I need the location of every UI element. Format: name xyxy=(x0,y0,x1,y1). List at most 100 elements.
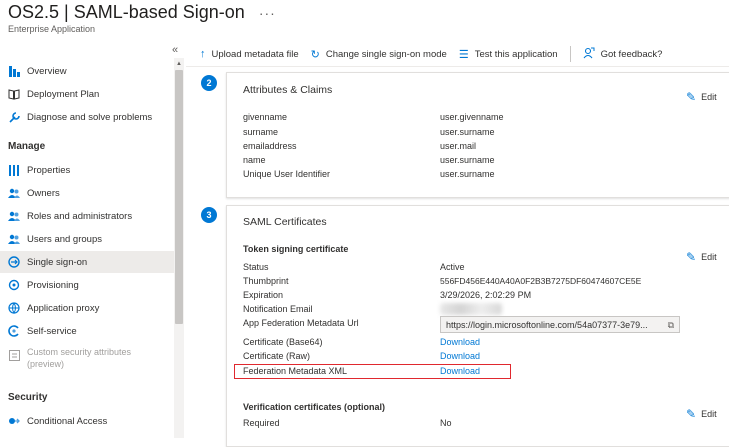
people-icon xyxy=(8,233,20,245)
edit-label: Edit xyxy=(701,252,717,262)
attributes-edit-button[interactable]: ✎ Edit xyxy=(686,90,717,104)
claim-value: user.surname xyxy=(440,127,495,137)
sidebar-item-label: Custom security attributes (preview) xyxy=(27,347,132,369)
sidebar-item-users-groups[interactable]: Users and groups xyxy=(0,228,174,250)
sidebar-item-roles[interactable]: Roles and administrators xyxy=(0,205,174,227)
cert-base64-download-link[interactable]: Download xyxy=(440,337,480,347)
sidebar-item-properties[interactable]: Properties xyxy=(0,159,174,181)
claim-value: user.givenname xyxy=(440,112,504,122)
page-title: OS2.5 | SAML-based Sign-on ··· xyxy=(8,2,276,23)
change-mode-label: Change single sign-on mode xyxy=(325,48,447,60)
pencil-icon: ✎ xyxy=(686,90,697,104)
command-toolbar: ↑ Upload metadata file ↻ Change single s… xyxy=(200,42,674,66)
sidebar-item-label: Single sign-on xyxy=(27,256,88,268)
sso-icon xyxy=(8,256,20,268)
upload-arrow-icon: ↑ xyxy=(200,48,206,60)
sidebar-scroll-thumb[interactable] xyxy=(175,70,183,324)
scroll-up-arrow-icon[interactable]: ▲ xyxy=(175,60,183,68)
upload-metadata-button[interactable]: ↑ Upload metadata file xyxy=(200,48,299,60)
highlight-box xyxy=(234,364,511,379)
change-mode-icon: ↻ xyxy=(310,48,320,61)
sidebar-item-deployment-plan[interactable]: Deployment Plan xyxy=(0,83,174,105)
sidebar-item-provisioning[interactable]: Provisioning xyxy=(0,274,174,296)
pencil-icon: ✎ xyxy=(686,407,697,421)
sidebar-item-conditional-access[interactable]: Conditional Access xyxy=(0,410,174,432)
collapse-sidebar-icon[interactable]: « xyxy=(172,44,178,56)
sidebar-item-label: Owners xyxy=(27,187,60,199)
sidebar-item-label: Conditional Access xyxy=(27,415,108,427)
metadata-url-label: App Federation Metadata Url xyxy=(243,318,359,328)
claim-name: name xyxy=(243,155,266,165)
thumbprint-value: 556FD456E440A40A0F2B3B7275DF60474607CE5E xyxy=(440,276,642,286)
claim-name: Unique User Identifier xyxy=(243,169,331,179)
sidebar-item-label: Provisioning xyxy=(27,279,79,291)
edit-label: Edit xyxy=(701,92,717,102)
wrench-icon xyxy=(8,111,20,123)
step-badge: 2 xyxy=(201,75,217,91)
copy-icon[interactable]: ⧉ xyxy=(668,320,674,331)
properties-icon xyxy=(8,164,20,176)
claim-value: user.surname xyxy=(440,155,495,165)
toolbar-divider-line xyxy=(186,66,729,67)
pencil-icon: ✎ xyxy=(686,250,697,264)
claim-name: surname xyxy=(243,127,279,137)
people-icon xyxy=(8,187,20,199)
sidebar-item-application-proxy[interactable]: Application proxy xyxy=(0,297,174,319)
page-title-text: OS2.5 | SAML-based Sign-on xyxy=(8,2,245,22)
more-options-icon[interactable]: ··· xyxy=(259,5,276,21)
required-value: No xyxy=(440,418,452,428)
book-icon xyxy=(8,88,20,100)
sidebar-item-label: Diagnose and solve problems xyxy=(27,111,153,123)
expiration-label: Expiration xyxy=(243,290,284,300)
claim-value: user.mail xyxy=(440,141,477,151)
claim-name: givenname xyxy=(243,112,288,122)
cert-base64-label: Certificate (Base64) xyxy=(243,337,323,347)
step-badge: 3 xyxy=(201,207,217,223)
proxy-icon xyxy=(8,302,20,314)
provisioning-icon xyxy=(8,279,20,291)
expiration-value: 3/29/2026, 2:02:29 PM xyxy=(440,290,532,300)
sidebar-item-label: Users and groups xyxy=(27,233,102,245)
people-icon xyxy=(8,210,20,222)
sidebar-item-label: Roles and administrators xyxy=(27,210,133,222)
verification-certificates-header: Verification certificates (optional) xyxy=(243,402,386,412)
test-application-button[interactable]: ☰ Test this application xyxy=(459,48,558,61)
feedback-button[interactable]: Got feedback? xyxy=(583,47,663,62)
upload-metadata-label: Upload metadata file xyxy=(211,48,299,60)
status-value: Active xyxy=(440,262,465,272)
sidebar-item-owners[interactable]: Owners xyxy=(0,182,174,204)
sidebar-item-single-sign-on[interactable]: Single sign-on xyxy=(0,251,174,273)
change-mode-button[interactable]: ↻ Change single sign-on mode xyxy=(311,48,447,61)
claim-name: emailaddress xyxy=(243,141,297,151)
sidebar-item-label: Properties xyxy=(27,164,71,176)
sidebar-item-custom-security-attributes[interactable]: Custom security attributes (preview) xyxy=(0,346,174,374)
attributes-icon xyxy=(8,349,20,361)
sidebar-item-self-service[interactable]: Self-service xyxy=(0,320,174,342)
metadata-url-value: https://login.microsoftonline.com/54a073… xyxy=(446,319,648,330)
sidebar-item-label: Overview xyxy=(27,65,67,77)
edit-label: Edit xyxy=(701,409,717,419)
feedback-label: Got feedback? xyxy=(600,48,663,60)
toolbar-divider xyxy=(569,46,571,62)
claim-value: user.surname xyxy=(440,169,495,179)
conditional-access-icon xyxy=(8,415,20,427)
required-label: Required xyxy=(243,418,280,428)
security-section-header: Security xyxy=(8,392,48,403)
sidebar-item-diagnose[interactable]: Diagnose and solve problems xyxy=(0,106,174,128)
metadata-url-field[interactable]: https://login.microsoftonline.com/54a073… xyxy=(440,316,680,333)
test-application-label: Test this application xyxy=(474,48,558,60)
verification-edit-button[interactable]: ✎ Edit xyxy=(686,407,717,421)
sidebar-item-label: Application proxy xyxy=(27,302,100,314)
page-subtitle: Enterprise Application xyxy=(8,24,96,34)
sidebar-item-label: Deployment Plan xyxy=(27,88,100,100)
manage-section-header: Manage xyxy=(8,141,46,152)
attributes-claims-title: Attributes & Claims xyxy=(243,84,333,96)
feedback-person-icon xyxy=(583,47,595,62)
cert-raw-download-link[interactable]: Download xyxy=(440,351,480,361)
sidebar-item-label: Self-service xyxy=(27,325,77,337)
token-signing-edit-button[interactable]: ✎ Edit xyxy=(686,250,717,264)
sidebar-item-overview[interactable]: Overview xyxy=(0,60,174,82)
grid-icon xyxy=(8,65,20,77)
saml-certificates-title: SAML Certificates xyxy=(243,216,327,228)
cert-raw-label: Certificate (Raw) xyxy=(243,351,311,361)
